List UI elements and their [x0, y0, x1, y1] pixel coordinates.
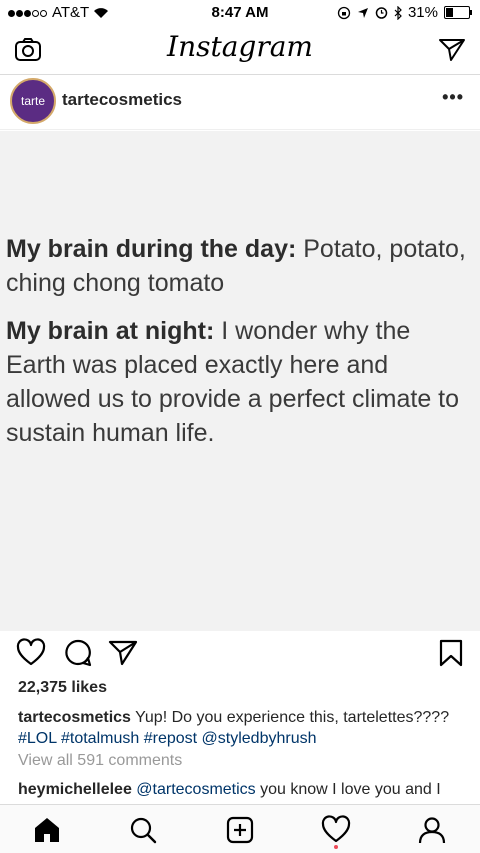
bookmark-icon[interactable]: [438, 638, 464, 668]
notification-dot: [334, 845, 338, 849]
comment-icon[interactable]: [63, 638, 93, 668]
lock-rotation-icon: [337, 6, 351, 19]
location-icon: [357, 7, 368, 18]
post-image-text: My brain during the day: Potato, potato,…: [6, 232, 474, 464]
hashtag-lol[interactable]: #LOL: [18, 730, 57, 747]
hashtag-repost[interactable]: #repost: [139, 730, 197, 747]
post-username[interactable]: tartecosmetics: [62, 90, 182, 110]
hashtag-totalmush[interactable]: #totalmush: [57, 730, 139, 747]
mention-styledbyhrush[interactable]: @styledbyhrush: [197, 730, 317, 747]
app-logo: Instagram: [167, 30, 313, 63]
search-icon[interactable]: [128, 815, 158, 845]
battery-icon: [444, 6, 472, 19]
send-icon[interactable]: [438, 36, 466, 64]
battery-percent: 31%: [407, 4, 438, 21]
status-bar: AT&T 8:47 AM 31%: [0, 0, 480, 24]
day-label: My brain during the day:: [6, 235, 297, 263]
heart-icon[interactable]: [16, 638, 46, 668]
avatar[interactable]: tarte: [10, 78, 56, 124]
night-line: My brain at night: I wonder why the Eart…: [6, 314, 474, 450]
comment-item: heymichellelee @tartecosmetics you know …: [18, 779, 466, 805]
caption-text: Yup! Do you experience this, tartelettes…: [130, 709, 450, 726]
day-line: My brain during the day: Potato, potato,…: [6, 232, 474, 300]
alarm-icon: [375, 7, 388, 19]
top-navbar: Instagram: [0, 24, 480, 75]
post-image[interactable]: My brain during the day: Potato, potato,…: [0, 131, 480, 631]
comment-username[interactable]: heymichellelee: [18, 781, 132, 798]
status-right: 31%: [337, 4, 472, 21]
more-options-button[interactable]: •••: [442, 87, 464, 108]
view-all-comments-link[interactable]: View all 591 comments: [18, 752, 182, 770]
night-label: My brain at night:: [6, 317, 215, 345]
bottom-tab-bar: [0, 804, 480, 853]
likes-count[interactable]: 22,375 likes: [18, 679, 107, 697]
post-caption: tartecosmetics Yup! Do you experience th…: [18, 707, 466, 749]
post-header: tarte tartecosmetics •••: [0, 75, 480, 130]
share-icon[interactable]: [108, 638, 138, 668]
home-icon[interactable]: [32, 815, 62, 845]
add-icon[interactable]: [225, 815, 255, 845]
bluetooth-icon: [394, 5, 402, 20]
caption-username[interactable]: tartecosmetics: [18, 709, 131, 726]
post-actions: [0, 634, 480, 674]
activity-icon[interactable]: [321, 815, 351, 845]
profile-icon[interactable]: [417, 815, 447, 845]
comment-text: you know I love you and I: [255, 781, 441, 798]
comment-mention[interactable]: @tartecosmetics: [132, 781, 255, 798]
